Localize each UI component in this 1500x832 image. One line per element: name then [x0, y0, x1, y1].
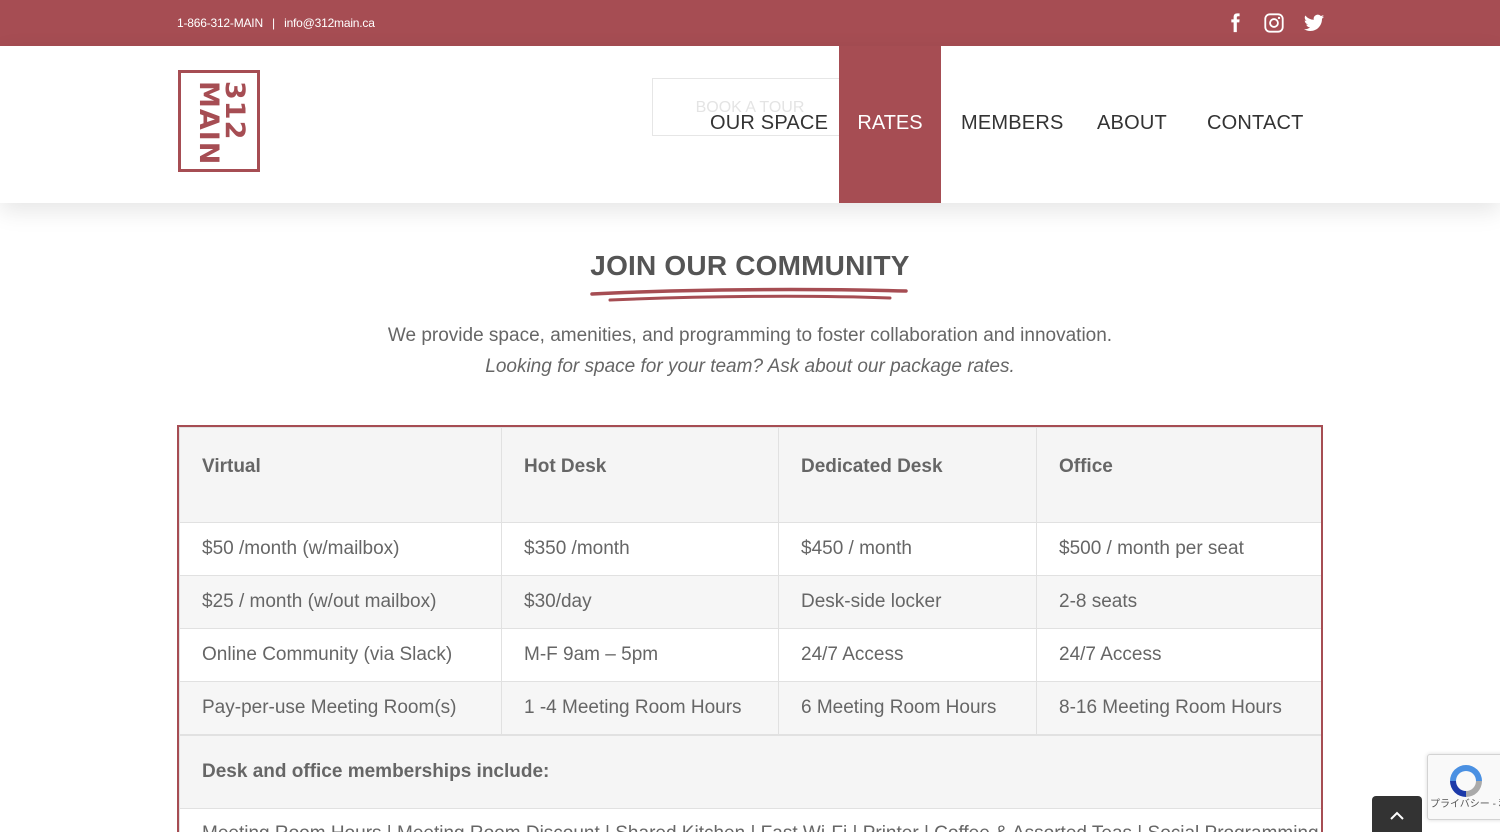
table-header-row: Virtual Hot Desk Dedicated Desk Office — [179, 427, 1321, 523]
table-cell: M-F 9am – 5pm — [501, 628, 779, 682]
table-cell: $500 / month per seat — [1036, 522, 1321, 576]
table-cell: $450 / month — [778, 522, 1037, 576]
table-cell: Pay-per-use Meeting Room(s) — [179, 681, 502, 735]
table-cell: $50 /month (w/mailbox) — [179, 522, 502, 576]
table-row: $25 / month (w/out mailbox) $30/day Desk… — [179, 575, 1321, 629]
recaptcha-badge[interactable]: プライバシー - 利用規約 — [1427, 754, 1500, 820]
phone-link[interactable]: 1-866-312-MAIN — [177, 16, 263, 30]
intro-italic: Looking for space for your team? Ask abo… — [485, 356, 1015, 377]
twitter-icon[interactable] — [1303, 12, 1325, 34]
site-logo[interactable]: 312 MAIN — [178, 70, 260, 172]
chevron-up-icon — [1390, 811, 1404, 820]
table-row: Desk and office memberships include: — [179, 733, 1321, 809]
instagram-icon[interactable] — [1263, 12, 1285, 34]
back-to-top-button[interactable] — [1372, 796, 1422, 832]
nav-rates[interactable]: RATES — [839, 46, 941, 203]
column-header: Hot Desk — [501, 427, 779, 523]
table-row: Pay-per-use Meeting Room(s) 1 -4 Meeting… — [179, 681, 1321, 735]
includes-list: Meeting Room Hours | Meeting Room Discou… — [179, 808, 1321, 832]
column-header: Dedicated Desk — [778, 427, 1037, 523]
rates-table: Virtual Hot Desk Dedicated Desk Office $… — [177, 425, 1323, 832]
site-header: 312 MAIN BOOK A TOUR OUR SPACE RATES MEM… — [0, 46, 1500, 203]
table-cell: 24/7 Access — [778, 628, 1037, 682]
nav-rates-label: RATES — [857, 112, 923, 134]
table-cell: Online Community (via Slack) — [179, 628, 502, 682]
recaptcha-icon — [1450, 765, 1482, 797]
page-title: JOIN OUR COMMUNITY — [590, 250, 910, 281]
facebook-icon[interactable] — [1224, 12, 1246, 34]
email-link[interactable]: info@312main.ca — [284, 16, 375, 30]
column-header: Office — [1036, 427, 1321, 523]
table-row: Meeting Room Hours | Meeting Room Discou… — [179, 808, 1321, 832]
nav-members[interactable]: MEMBERS — [961, 112, 1064, 135]
recaptcha-terms[interactable]: プライバシー - 利用規約 — [1430, 799, 1500, 810]
table-cell: 1 -4 Meeting Room Hours — [501, 681, 779, 735]
nav-our-space[interactable]: OUR SPACE — [710, 112, 828, 135]
table-cell: 24/7 Access — [1036, 628, 1321, 682]
separator: | — [272, 16, 275, 30]
table-row: $50 /month (w/mailbox) $350 /month $450 … — [179, 522, 1321, 576]
column-header: Virtual — [179, 427, 502, 523]
table-cell: 2-8 seats — [1036, 575, 1321, 629]
table-cell: $30/day — [501, 575, 779, 629]
table-cell: Desk-side locker — [778, 575, 1037, 629]
table-row: Online Community (via Slack) M-F 9am – 5… — [179, 628, 1321, 682]
top-bar: 1-866-312-MAIN | info@312main.ca — [0, 0, 1500, 46]
logo-wordmark: 312 MAIN — [193, 81, 250, 166]
table-cell: $25 / month (w/out mailbox) — [179, 575, 502, 629]
table-cell: 6 Meeting Room Hours — [778, 681, 1037, 735]
contact-info: 1-866-312-MAIN | info@312main.ca — [177, 16, 375, 30]
table-cell: 8-16 Meeting Room Hours — [1036, 681, 1321, 735]
nav-contact[interactable]: CONTACT — [1207, 112, 1304, 135]
includes-title: Desk and office memberships include: — [179, 733, 1321, 809]
intro-text: We provide space, amenities, and program… — [387, 325, 1113, 346]
nav-about[interactable]: ABOUT — [1097, 112, 1167, 135]
title-underline — [590, 287, 908, 302]
table-cell: $350 /month — [501, 522, 779, 576]
